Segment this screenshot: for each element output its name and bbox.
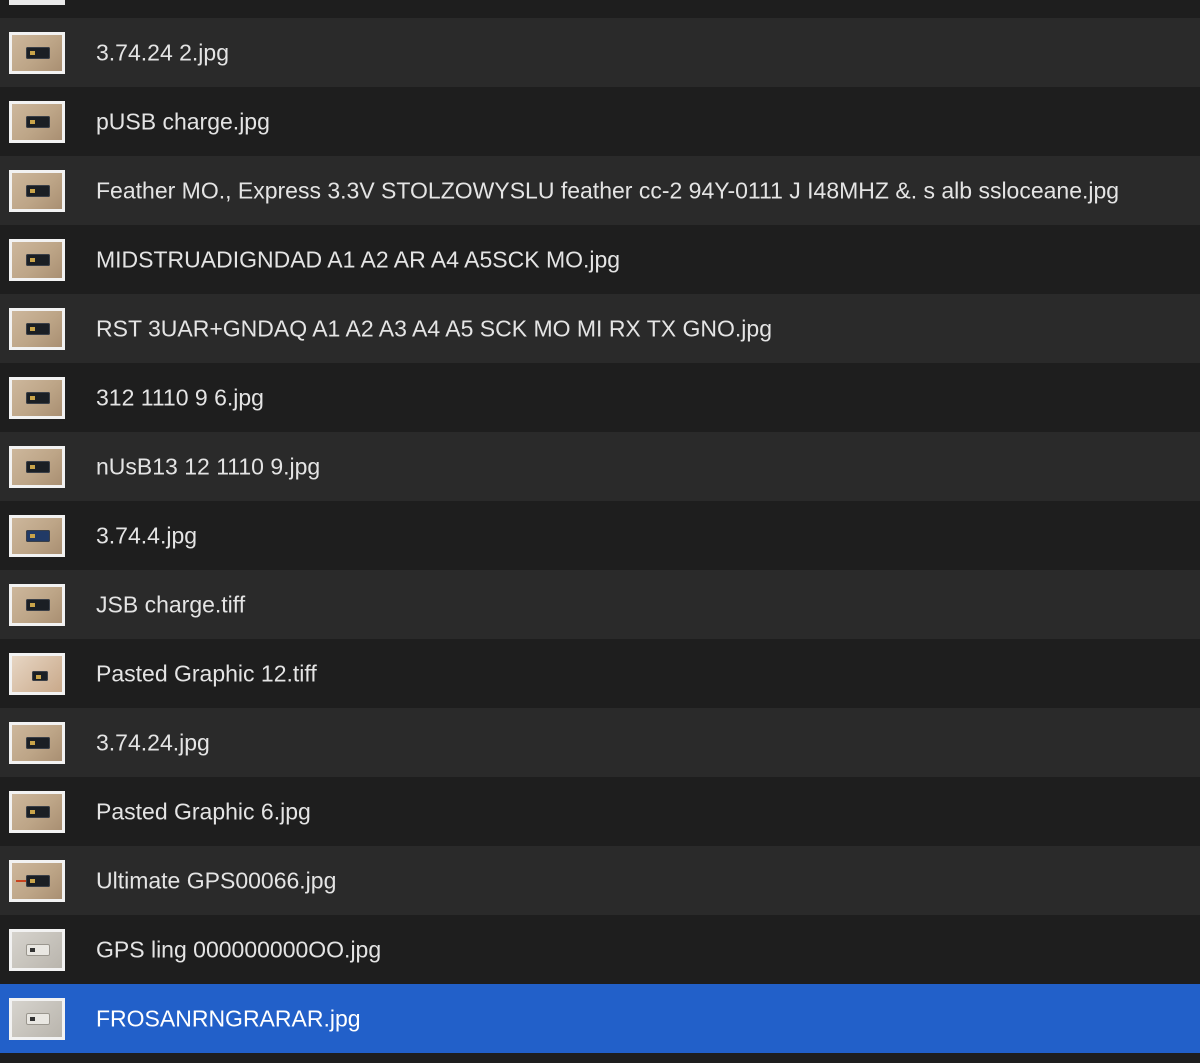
circuit-board-image — [26, 391, 50, 404]
list-row[interactable]: pUSB charge.jpg — [0, 87, 1200, 156]
thumbnail-photo — [12, 448, 62, 485]
circuit-board-image — [26, 1012, 50, 1025]
file-thumbnail — [9, 721, 65, 764]
list-row[interactable]: 3.74.24 2.jpg — [0, 18, 1200, 87]
circuit-board-image — [26, 46, 50, 59]
thumbnail-photo — [12, 862, 62, 899]
circuit-board-image — [26, 460, 50, 473]
list-row[interactable]: nUsB13 12 1110 9.jpg — [0, 432, 1200, 501]
thumbnail-photo — [12, 379, 62, 416]
list-row[interactable]: Ultimate GPS00066.jpg — [0, 846, 1200, 915]
thumbnail-photo — [12, 517, 62, 554]
file-thumbnail — [9, 790, 65, 833]
file-name: FROSANRNGRARAR.jpg — [96, 1005, 361, 1031]
file-thumbnail — [9, 376, 65, 419]
file-name: Ultimate GPS00066.jpg — [96, 867, 337, 893]
file-thumbnail — [9, 445, 65, 488]
file-thumbnail — [9, 652, 65, 695]
list-row[interactable]: JSB charge.tiff — [0, 570, 1200, 639]
circuit-board-image — [26, 322, 50, 335]
thumbnail-photo — [12, 103, 62, 140]
circuit-board-image — [26, 529, 50, 542]
list-row[interactable]: 3.74.4.jpg — [0, 501, 1200, 570]
file-thumbnail — [9, 859, 65, 902]
list-row[interactable]: GPS ling 000000000OO.jpg — [0, 915, 1200, 984]
file-thumbnail — [9, 928, 65, 971]
thumbnail-photo — [12, 172, 62, 209]
circuit-board-image — [26, 736, 50, 749]
file-name: pUSB charge.jpg — [96, 108, 270, 134]
file-thumbnail — [9, 0, 65, 5]
circuit-board-image — [26, 805, 50, 818]
list-row[interactable]: Pasted Graphic 12.tiff — [0, 639, 1200, 708]
circuit-board-image — [26, 115, 50, 128]
circuit-board-image — [26, 598, 50, 611]
file-thumbnail — [9, 997, 65, 1040]
file-thumbnail — [9, 169, 65, 212]
thumbnail-photo — [12, 34, 62, 71]
file-thumbnail — [9, 238, 65, 281]
file-name: Pasted Graphic 6.jpg — [96, 798, 311, 824]
file-thumbnail — [9, 514, 65, 557]
file-thumbnail — [9, 307, 65, 350]
file-thumbnail — [9, 31, 65, 74]
circuit-board-image — [26, 253, 50, 266]
circuit-board-image — [16, 874, 50, 887]
thumbnail-photo — [12, 931, 62, 968]
file-name: Feather MO., Express 3.3V STOLZOWYSLU fe… — [96, 177, 1120, 203]
circuit-board-image — [32, 670, 48, 681]
file-thumbnail — [9, 100, 65, 143]
file-list: 3.74.24 2.jpg pUSB charge.jpg Feather MO.,… — [0, 0, 1200, 1063]
thumbnail-photo — [12, 586, 62, 623]
thumbnail-photo — [12, 793, 62, 830]
circuit-board-image — [26, 184, 50, 197]
list-row-selected[interactable]: FROSANRNGRARAR.jpg — [0, 984, 1200, 1053]
file-thumbnail — [9, 583, 65, 626]
list-row-partial[interactable] — [0, 0, 1200, 18]
thumbnail-photo — [12, 241, 62, 278]
thumbnail-photo — [12, 1000, 62, 1037]
file-name: RST 3UAR+GNDAQ A1 A2 A3 A4 A5 SCK MO MI … — [96, 315, 772, 341]
list-row[interactable]: MIDSTRUADIGNDAD A1 A2 AR A4 A5SCK MO.jpg — [0, 225, 1200, 294]
list-row[interactable]: 312 1110 9 6.jpg — [0, 363, 1200, 432]
file-name: nUsB13 12 1110 9.jpg — [96, 453, 321, 479]
list-row[interactable]: Pasted Graphic 6.jpg — [0, 777, 1200, 846]
list-row[interactable]: Feather MO., Express 3.3V STOLZOWYSLU fe… — [0, 156, 1200, 225]
thumbnail-photo — [12, 724, 62, 761]
list-row[interactable]: 3.74.24.jpg — [0, 708, 1200, 777]
file-name: 3.74.24.jpg — [96, 729, 210, 755]
circuit-board-image — [26, 943, 50, 956]
file-name: GPS ling 000000000OO.jpg — [96, 936, 382, 962]
file-name: 312 1110 9 6.jpg — [96, 384, 264, 410]
file-name: JSB charge.tiff — [96, 591, 246, 617]
file-name: MIDSTRUADIGNDAD A1 A2 AR A4 A5SCK MO.jpg — [96, 246, 621, 272]
list-row[interactable]: RST 3UAR+GNDAQ A1 A2 A3 A4 A5 SCK MO MI … — [0, 294, 1200, 363]
file-name: 3.74.4.jpg — [96, 522, 198, 548]
file-name: 3.74.24 2.jpg — [96, 39, 230, 65]
file-name: Pasted Graphic 12.tiff — [96, 660, 317, 686]
thumbnail-photo — [12, 655, 62, 692]
thumbnail-photo — [12, 310, 62, 347]
